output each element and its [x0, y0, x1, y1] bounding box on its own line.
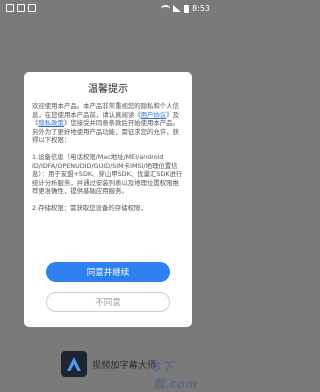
watermark-logo: 8下载.com [153, 360, 198, 391]
battery-icon [184, 4, 190, 13]
download-icon [28, 4, 36, 12]
notification-icon [6, 4, 14, 12]
app-logo-icon [61, 351, 87, 377]
status-bar-left [6, 4, 36, 12]
dialog-title: 温馨提示 [88, 84, 128, 95]
wifi-icon [161, 5, 171, 12]
body-fade [24, 232, 192, 262]
privacy-policy-link[interactable]: 隐私政策 [38, 119, 64, 127]
agree-button[interactable]: 同意并继续 [46, 262, 170, 282]
status-bar: 8:53 [0, 0, 216, 18]
disagree-button[interactable]: 不同意 [46, 292, 170, 312]
status-bar-right: 8:53 [161, 4, 210, 13]
signal-icon [173, 5, 182, 12]
app-name: 视频加字幕大师 [92, 361, 157, 371]
status-time: 8:53 [192, 4, 210, 13]
privacy-dialog: 温馨提示 欢迎使用本产品。本产品非常重视您的隐私和个人信息，在您使用本产品前，请… [24, 72, 192, 327]
user-agreement-link[interactable]: 用户协议 [141, 111, 167, 119]
device-info-paragraph: 1.设备信息（电话权限/Mac地址/MEI/android ID/IDFA/OP… [32, 152, 183, 196]
app-notification-icon [17, 4, 25, 12]
storage-paragraph: 2.存储权限：需获取您设备的存储权限， [32, 203, 147, 212]
intro-paragraph: 欢迎使用本产品。本产品非常重视您的隐私和个人信息，在您使用本产品前，请认真阅读《… [32, 102, 185, 145]
